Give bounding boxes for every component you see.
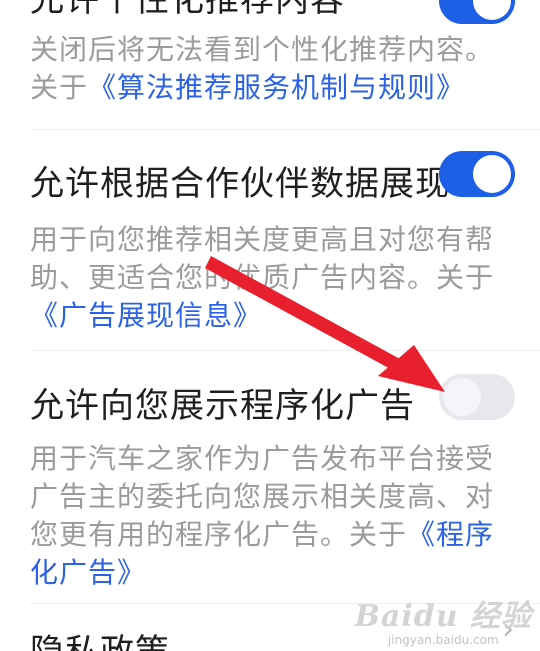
watermark-logo: Baidu 经验 (354, 599, 532, 634)
annotation-arrow (205, 256, 445, 392)
watermark-url: jingyan.baidu.com (387, 633, 499, 647)
arrow-head (378, 345, 445, 392)
baidu-watermark: Baidu 经验 jingyan.baidu.com (355, 591, 532, 647)
